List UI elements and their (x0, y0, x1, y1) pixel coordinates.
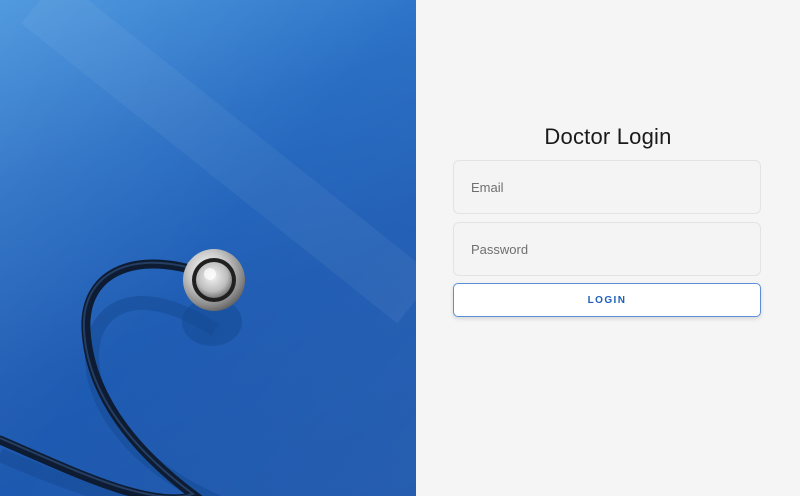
email-field-container (453, 160, 761, 214)
password-field-container (453, 222, 761, 276)
login-button[interactable]: LOGIN (453, 283, 761, 317)
stethoscope-illustration (0, 0, 416, 496)
login-panel: Doctor Login LOGIN (416, 0, 800, 496)
hero-image-panel (0, 0, 416, 496)
password-field[interactable] (454, 223, 760, 275)
login-page: Doctor Login LOGIN (0, 0, 800, 496)
email-field[interactable] (454, 161, 760, 213)
page-title: Doctor Login (544, 124, 672, 149)
